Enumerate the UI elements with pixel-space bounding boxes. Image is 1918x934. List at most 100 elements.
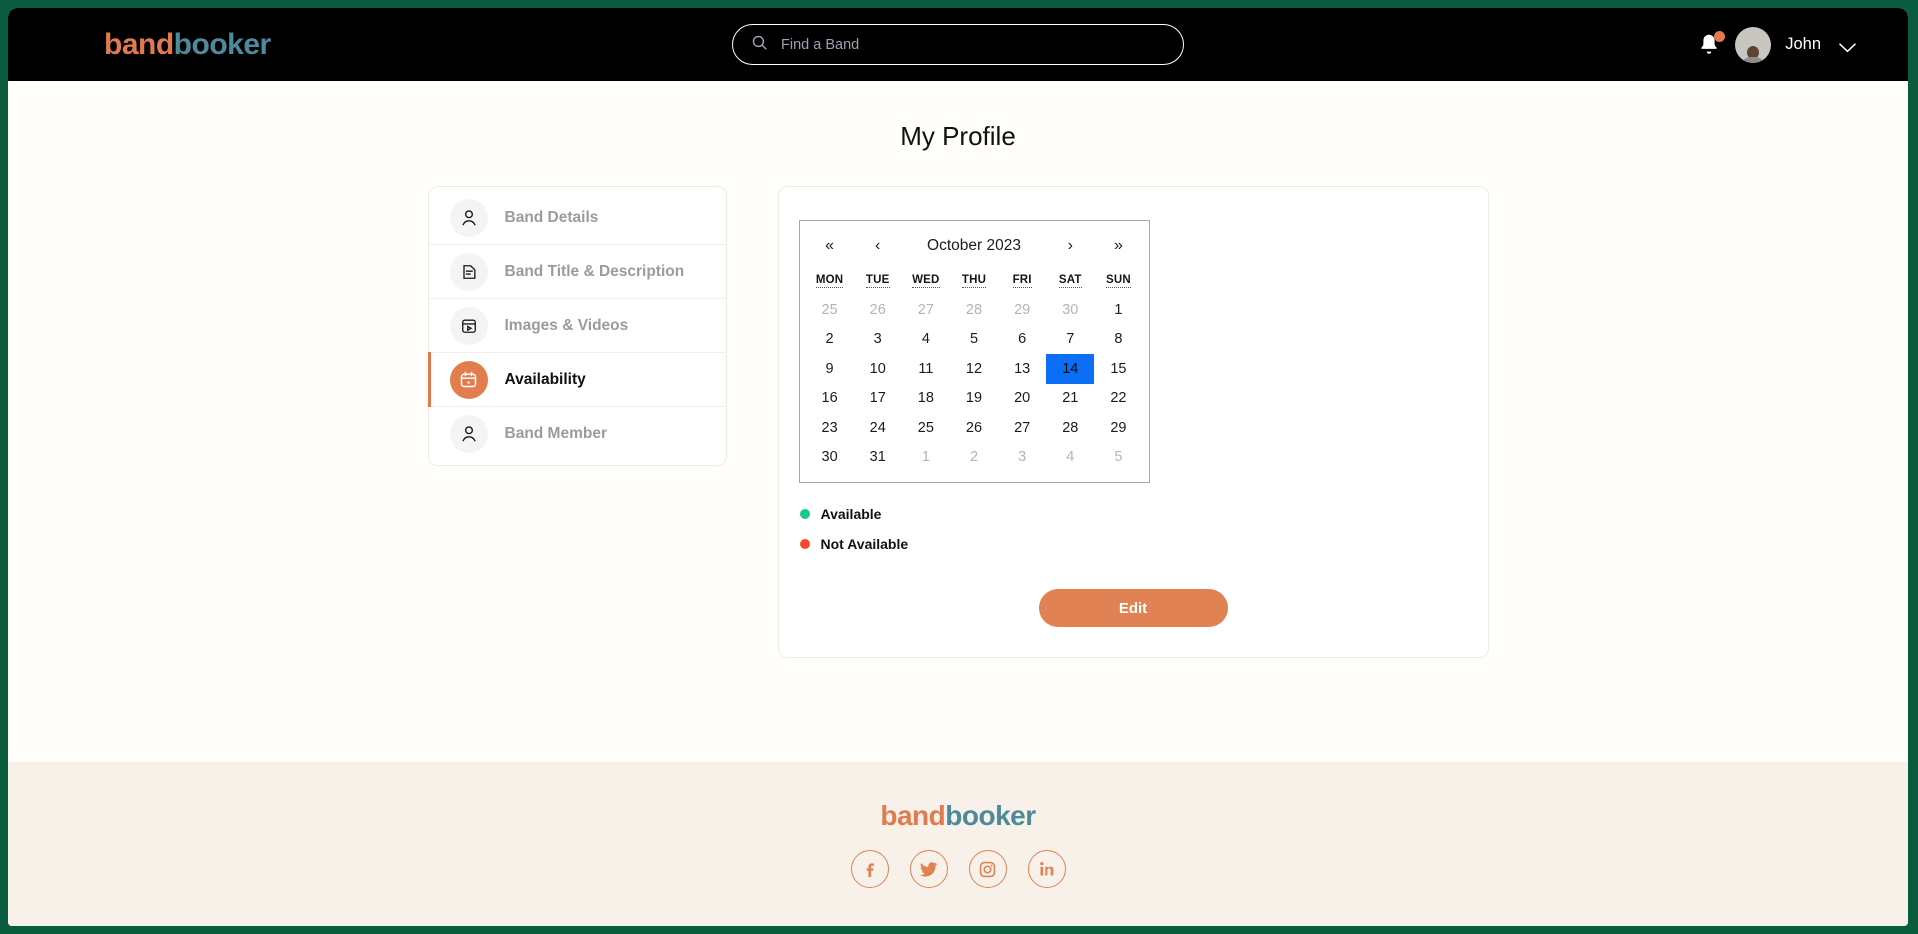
search-container <box>732 24 1184 65</box>
weekday-tue: TUE <box>865 274 890 288</box>
sidebar-item-band-title-description[interactable]: Band Title & Description <box>428 245 726 299</box>
footer-logo-text-band: band <box>880 800 946 831</box>
avatar[interactable] <box>1735 26 1772 63</box>
calendar-day[interactable]: 18 <box>902 384 950 414</box>
calendar-day[interactable]: 10 <box>854 354 902 384</box>
panel-actions: Edit <box>779 589 1488 627</box>
twitter-icon[interactable] <box>909 850 948 888</box>
edit-button[interactable]: Edit <box>1038 589 1228 627</box>
calendar-day[interactable]: 4 <box>1046 443 1094 473</box>
calendar-day[interactable]: 1 <box>902 443 950 473</box>
media-calendar-icon <box>449 306 488 345</box>
user-icon <box>449 198 488 237</box>
sidebar-item-label: Images & Videos <box>504 316 629 334</box>
calendar-prev-month-button[interactable]: ‹ <box>854 237 902 255</box>
sidebar-item-availability[interactable]: Availability <box>427 352 726 407</box>
calendar-day[interactable]: 26 <box>950 413 998 443</box>
legend-dot-available <box>799 509 810 519</box>
calendar-day-selected[interactable]: 14 <box>1046 354 1095 384</box>
calendar-day[interactable]: 19 <box>950 384 998 414</box>
calendar-day[interactable]: 28 <box>950 295 998 325</box>
calendar-day[interactable]: 30 <box>806 443 854 473</box>
instagram-icon[interactable] <box>968 850 1007 888</box>
calendar-next-month-button[interactable]: › <box>1046 237 1094 255</box>
calendar-day[interactable]: 9 <box>806 354 854 384</box>
weekday-sat: SAT <box>1058 274 1082 288</box>
calendar-first-year-button[interactable]: « <box>806 237 854 255</box>
calendar-header: « ‹ October 2023 › » <box>806 229 1143 263</box>
notification-badge-dot <box>1714 30 1726 42</box>
browser-viewport: band booker Find a Band John My Profile B… <box>8 8 1908 926</box>
sidebar-item-band-member[interactable]: Band Member <box>429 407 726 461</box>
calendar-day[interactable]: 2 <box>806 325 854 355</box>
page-spacer <box>8 658 1908 762</box>
calendar-day[interactable]: 22 <box>1094 384 1142 414</box>
calendar-day[interactable]: 26 <box>854 295 902 325</box>
calendar-day[interactable]: 21 <box>1046 384 1094 414</box>
calendar-day[interactable]: 6 <box>998 325 1046 355</box>
calendar-day[interactable]: 30 <box>1046 295 1094 325</box>
weekday-wed: WED <box>912 274 940 288</box>
calendar-day[interactable]: 31 <box>854 443 902 473</box>
calendar-weekday-row: MON TUE WED THU FRI SAT SUN <box>806 274 1143 288</box>
username-label: John <box>1785 35 1821 53</box>
calendar-day[interactable]: 2 <box>950 443 998 473</box>
calendar-day[interactable]: 4 <box>902 325 950 355</box>
calendar-day[interactable]: 28 <box>1046 413 1094 443</box>
sidebar-item-label: Band Title & Description <box>504 262 685 280</box>
legend-label-not-available: Not Available <box>820 536 909 552</box>
calendar-month-label: October 2023 <box>927 237 1021 254</box>
calendar-day-grid: 25 26 27 28 29 30 1 2 3 4 5 6 7 8 9 10 11 12 13 14 15 16 17 18 1… <box>806 295 1143 472</box>
calendar-day[interactable]: 5 <box>1094 443 1142 473</box>
availability-legend: Available Not Available <box>799 499 1488 559</box>
search-box[interactable] <box>732 24 1184 65</box>
legend-label-available: Available <box>820 506 882 522</box>
calendar-day[interactable]: 24 <box>854 413 902 443</box>
weekday-thu: THU <box>961 274 987 288</box>
app-footer: bandbooker <box>8 762 1908 926</box>
calendar-day[interactable]: 27 <box>998 413 1046 443</box>
calendar-day[interactable]: 16 <box>806 384 854 414</box>
legend-item-available: Available <box>799 499 1488 529</box>
document-icon <box>449 252 488 291</box>
calendar-day[interactable]: 23 <box>806 413 854 443</box>
calendar-day[interactable]: 1 <box>1094 295 1142 325</box>
search-input[interactable] <box>781 36 1165 53</box>
calendar-day[interactable]: 29 <box>1094 413 1142 443</box>
calendar-day[interactable]: 8 <box>1094 325 1142 355</box>
chevron-down-icon[interactable] <box>1839 40 1856 52</box>
calendar-day[interactable]: 27 <box>902 295 950 325</box>
calendar-day[interactable]: 13 <box>998 354 1046 384</box>
availability-panel: « ‹ October 2023 › » MON TUE WED THU FRI… <box>777 186 1489 658</box>
header-logo[interactable]: bandbooker <box>104 28 271 62</box>
sidebar-item-label: Band Member <box>504 425 608 442</box>
notifications-button[interactable] <box>1697 30 1726 58</box>
calendar-day[interactable]: 3 <box>998 443 1046 473</box>
facebook-icon[interactable] <box>850 850 889 888</box>
calendar-day[interactable]: 3 <box>854 325 902 355</box>
user-icon <box>449 415 488 453</box>
calendar-day[interactable]: 29 <box>998 295 1046 325</box>
linkedin-icon[interactable] <box>1027 850 1066 888</box>
calendar-day[interactable]: 12 <box>950 354 998 384</box>
calendar-day[interactable]: 5 <box>950 325 998 355</box>
calendar-day[interactable]: 25 <box>902 413 950 443</box>
sidebar-item-label: Band Details <box>504 208 599 226</box>
calendar-day[interactable]: 11 <box>902 354 950 384</box>
sidebar-item-images-videos[interactable]: Images & Videos <box>428 299 726 353</box>
calendar-day[interactable]: 7 <box>1046 325 1094 355</box>
calendar-day[interactable]: 25 <box>806 295 854 325</box>
weekday-sun: SUN <box>1105 274 1131 288</box>
legend-dot-not-available <box>799 539 810 549</box>
calendar-day[interactable]: 17 <box>854 384 902 414</box>
calendar-icon <box>449 360 488 399</box>
search-icon <box>751 34 768 56</box>
content-area: Band Details Band Title & Description Im… <box>8 186 1908 658</box>
footer-logo[interactable]: bandbooker <box>880 800 1036 832</box>
sidebar-item-band-details[interactable]: Band Details <box>428 191 726 245</box>
page-title: My Profile <box>900 121 1016 151</box>
logo-text-booker: booker <box>173 27 272 61</box>
calendar-day[interactable]: 15 <box>1094 354 1142 384</box>
calendar-next-year-button[interactable]: » <box>1094 237 1142 255</box>
calendar-day[interactable]: 20 <box>998 384 1046 414</box>
